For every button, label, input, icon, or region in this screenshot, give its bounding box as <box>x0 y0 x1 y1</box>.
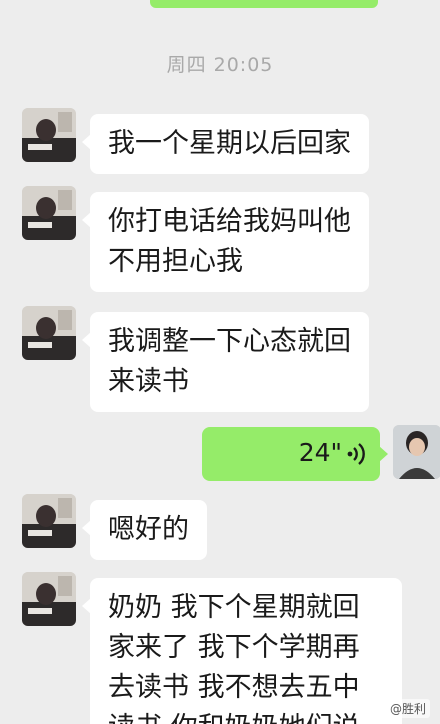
received-message-bubble[interactable]: 我调整一下心态就回 来读书 <box>82 312 369 412</box>
voice-wave-icon <box>346 442 368 466</box>
self-avatar[interactable] <box>393 425 440 479</box>
previous-sent-bubble[interactable] <box>150 0 378 8</box>
contact-avatar[interactable] <box>22 572 76 626</box>
message-text: 我调整一下心态就回 <box>108 326 351 357</box>
message-text: 嗯好的 <box>108 514 189 545</box>
message-text: 你打电话给我妈叫他 <box>108 206 351 237</box>
contact-avatar[interactable] <box>22 108 76 162</box>
received-message-bubble[interactable]: 嗯好的 <box>82 500 207 560</box>
voice-duration: 24" <box>298 438 342 467</box>
received-message-bubble[interactable]: 我一个星期以后回家 <box>82 114 369 174</box>
message-text: 家来了 我下个学期再 <box>108 632 360 663</box>
message-timestamp: 周四 20:05 <box>166 54 274 76</box>
contact-avatar[interactable] <box>22 186 76 240</box>
message-text: 奶奶 我下个星期就回 <box>108 592 360 623</box>
message-text: 读书 你和奶奶她们说 <box>108 708 384 724</box>
contact-avatar[interactable] <box>22 494 76 548</box>
watermark: @胜利 <box>385 699 430 718</box>
message-text: 不用担心我 <box>108 246 243 277</box>
message-text: 去读书 我不想去五中 <box>108 672 360 703</box>
message-text: 我一个星期以后回家 <box>108 128 351 159</box>
received-message-bubble[interactable]: 奶奶 我下个星期就回 家来了 我下个学期再 去读书 我不想去五中 读书 你和奶奶… <box>82 578 402 724</box>
sent-voice-message[interactable]: 24" <box>202 427 388 481</box>
contact-avatar[interactable] <box>22 306 76 360</box>
chat-area[interactable]: 周四 20:05 我一个星期以后回家 你打电话给我妈叫他 不用担心我 我调整一下… <box>0 0 440 724</box>
received-message-bubble[interactable]: 你打电话给我妈叫他 不用担心我 <box>82 192 369 292</box>
message-text: 来读书 <box>108 366 189 397</box>
